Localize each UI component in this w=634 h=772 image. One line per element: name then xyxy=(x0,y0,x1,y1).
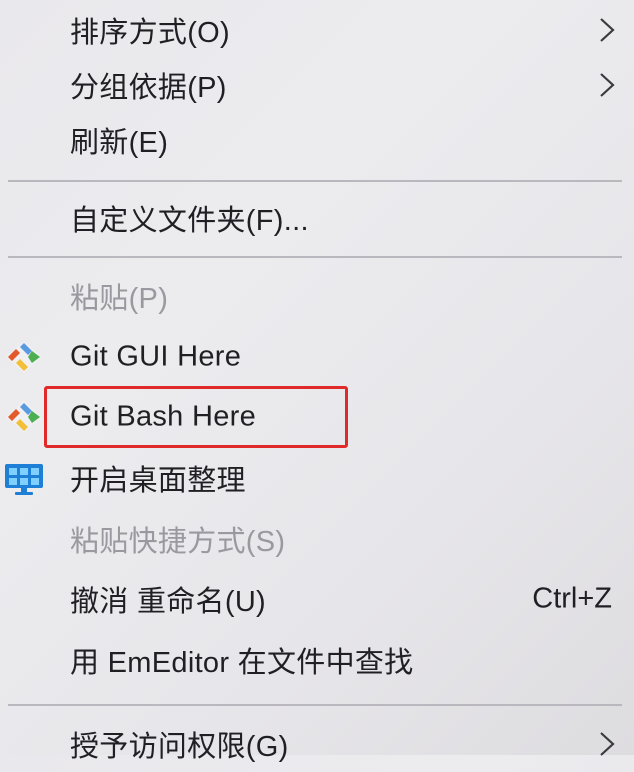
menu-item-sort-by[interactable]: 排序方式(O) xyxy=(0,2,634,58)
menu-item-group-by[interactable]: 分组依据(P) xyxy=(0,57,634,113)
menu-item-desktop-organize[interactable]: 开启桌面整理 xyxy=(0,450,634,506)
git-icon xyxy=(6,401,42,433)
shortcut-text: Ctrl+Z xyxy=(532,582,612,615)
menu-item-label: 用 EmEditor 在文件中查找 xyxy=(70,647,414,679)
menu-item-grant-access[interactable]: 授予访问权限(G) xyxy=(0,716,634,772)
git-icon xyxy=(6,341,42,373)
menu-item-git-gui-here[interactable]: Git GUI Here xyxy=(0,329,634,385)
menu-item-undo-rename[interactable]: 撤消 重命名(U) Ctrl+Z xyxy=(0,571,634,627)
menu-item-label: 排序方式(O) xyxy=(70,17,230,49)
menu-item-refresh[interactable]: 刷新(E) xyxy=(0,112,634,168)
context-menu: 排序方式(O) 分组依据(P) 刷新(E) 自定义文件夹(F)... 粘贴(P)… xyxy=(0,0,634,763)
menu-item-paste-shortcut: 粘贴快捷方式(S) xyxy=(0,511,634,567)
menu-separator xyxy=(8,704,622,706)
menu-item-customize-folder[interactable]: 自定义文件夹(F)... xyxy=(0,190,634,246)
menu-item-label: 粘贴快捷方式(S) xyxy=(70,526,286,558)
menu-separator xyxy=(8,256,622,258)
menu-item-label: Git GUI Here xyxy=(70,340,242,373)
menu-item-label: 授予访问权限(G) xyxy=(70,731,289,763)
chevron-right-icon xyxy=(600,73,615,97)
menu-item-label: 刷新(E) xyxy=(70,127,169,159)
chevron-right-icon xyxy=(600,18,615,42)
menu-item-paste: 粘贴(P) xyxy=(0,268,634,324)
menu-item-label: 分组依据(P) xyxy=(70,72,227,104)
menu-item-label: 自定义文件夹(F)... xyxy=(70,205,309,237)
highlight-annotation xyxy=(44,386,348,448)
menu-item-label: 开启桌面整理 xyxy=(70,465,246,497)
menu-separator xyxy=(8,180,622,182)
monitor-icon xyxy=(5,464,43,495)
menu-item-label: 粘贴(P) xyxy=(70,283,169,315)
menu-item-emeditor-find[interactable]: 用 EmEditor 在文件中查找 xyxy=(0,632,634,688)
menu-item-label: 撤消 重命名(U) xyxy=(70,586,267,618)
